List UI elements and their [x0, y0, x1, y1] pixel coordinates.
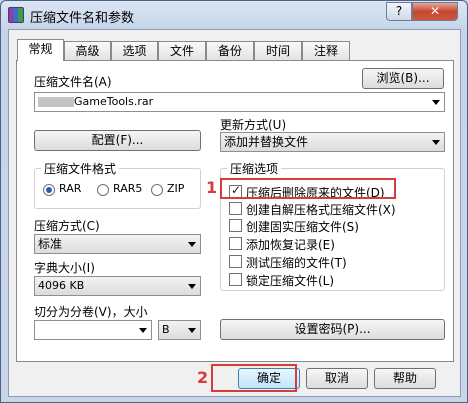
- tab-comment[interactable]: 注释: [302, 41, 350, 60]
- tab-options[interactable]: 选项: [111, 41, 158, 60]
- annotation-highlight-delete: [220, 178, 396, 199]
- profiles-button[interactable]: 配置(F)...: [34, 130, 201, 151]
- radio-zip[interactable]: [151, 184, 163, 196]
- radio-rar5[interactable]: [97, 184, 109, 196]
- checkbox-test-label: 测试压缩的文件(T): [246, 256, 347, 270]
- chevron-down-icon[interactable]: [139, 328, 147, 333]
- split-unit-select[interactable]: B: [158, 320, 201, 340]
- chevron-down-icon[interactable]: [188, 328, 196, 333]
- tab-time[interactable]: 时间: [254, 41, 302, 60]
- chevron-down-icon[interactable]: [188, 242, 196, 247]
- tab-backup[interactable]: 备份: [206, 41, 254, 60]
- window-title: 压缩文件名和参数: [30, 11, 135, 26]
- annotation-highlight-ok: [211, 364, 297, 392]
- format-group-title: 压缩文件格式: [41, 160, 120, 177]
- update-mode-value: 添加并替换文件: [224, 135, 309, 149]
- annotation-number-2: 2: [197, 368, 209, 387]
- dictionary-value: 4096 KB: [38, 279, 85, 292]
- chevron-down-icon[interactable]: [432, 100, 440, 105]
- options-group-title: 压缩选项: [227, 160, 282, 177]
- help-button[interactable]: 帮助: [374, 368, 436, 389]
- archive-name-label: 压缩文件名(A): [34, 75, 112, 89]
- radio-rar[interactable]: [43, 184, 55, 196]
- checkbox-recovery[interactable]: [229, 237, 242, 250]
- checkbox-solid-label: 创建固实压缩文件(S): [246, 220, 359, 234]
- chevron-down-icon[interactable]: [432, 140, 440, 145]
- dialog-window: 压缩文件名和参数 ? ✕ 常规 高级 选项 文件 备份 时间 注释 压缩文件名(…: [0, 0, 468, 403]
- radio-zip-label: ZIP: [167, 182, 185, 195]
- format-group: 压缩文件格式 RAR RAR5 ZIP: [34, 160, 201, 209]
- method-select[interactable]: 标准: [34, 234, 201, 254]
- update-mode-label: 更新方式(U): [220, 118, 287, 132]
- method-value: 标准: [38, 237, 63, 251]
- radio-rar5-label: RAR5: [113, 182, 143, 195]
- tab-files[interactable]: 文件: [158, 41, 206, 60]
- dictionary-select[interactable]: 4096 KB: [34, 276, 201, 296]
- browse-button[interactable]: 浏览(B)...: [362, 68, 444, 89]
- set-password-button[interactable]: 设置密码(P)...: [220, 319, 445, 340]
- dialog-body: 常规 高级 选项 文件 备份 时间 注释 压缩文件名(A) 浏览(B)... G…: [8, 29, 461, 397]
- chevron-down-icon[interactable]: [188, 284, 196, 289]
- tab-advanced[interactable]: 高级: [64, 41, 111, 60]
- checkbox-lock-label: 锁定压缩文件(L): [246, 274, 335, 288]
- annotation-number-1: 1: [206, 178, 218, 197]
- dictionary-label: 字典大小(I): [34, 261, 95, 275]
- checkbox-sfx-label: 创建自解压格式压缩文件(X): [246, 203, 396, 217]
- winrar-icon: [8, 7, 24, 23]
- help-title-button[interactable]: ?: [386, 2, 412, 21]
- checkbox-recovery-label: 添加恢复记录(E): [246, 238, 335, 252]
- split-unit-value: B: [162, 323, 170, 336]
- archive-name-value: GameTools.rar: [74, 95, 154, 108]
- method-label: 压缩方式(C): [34, 219, 100, 233]
- title-bar: 压缩文件名和参数 ? ✕: [1, 1, 467, 29]
- blurred-region: [38, 97, 74, 107]
- tab-general[interactable]: 常规: [17, 39, 64, 61]
- update-mode-select[interactable]: 添加并替换文件: [220, 132, 445, 152]
- archive-name-input[interactable]: GameTools.rar: [34, 92, 445, 112]
- checkbox-solid[interactable]: [229, 219, 242, 232]
- checkbox-lock[interactable]: [229, 273, 242, 286]
- checkbox-sfx[interactable]: [229, 202, 242, 215]
- general-panel: 压缩文件名(A) 浏览(B)... GameTools.rar 配置(F)...…: [16, 60, 454, 362]
- radio-rar-label: RAR: [59, 182, 82, 195]
- close-button[interactable]: ✕: [412, 2, 458, 21]
- cancel-button[interactable]: 取消: [306, 368, 368, 389]
- checkbox-test[interactable]: [229, 255, 242, 268]
- split-label: 切分为分卷(V)，大小: [34, 305, 148, 319]
- split-size-input[interactable]: [34, 320, 152, 340]
